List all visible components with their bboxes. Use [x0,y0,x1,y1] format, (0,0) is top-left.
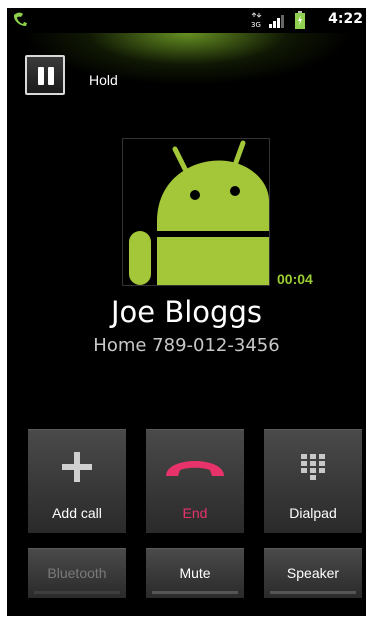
dialpad-icon [301,454,325,480]
android-robot-icon [129,140,269,285]
svg-text:3G: 3G [251,21,261,28]
call-timer: 00:04 [277,271,313,287]
mute-label: Mute [179,565,211,581]
contact-name: Joe Bloggs [111,295,262,329]
in-call-screen: 3G 4:22 Hold 00:04 Joe Bloggs Home 789-0… [7,8,366,616]
speaker-toggle[interactable]: Speaker [264,548,362,598]
battery-charging-icon [295,11,305,29]
end-call-label: End [182,505,208,521]
end-call-icon [166,461,224,476]
pause-icon-bar [48,67,54,85]
pause-icon [38,67,44,85]
status-bar: 3G 4:22 [7,8,366,33]
bluetooth-indicator [34,591,120,594]
contact-number: Home 789-012-3456 [93,335,280,356]
phone-call-icon [14,12,27,26]
plus-icon [62,452,92,482]
speaker-label: Speaker [286,565,340,581]
bluetooth-label: Bluetooth [47,565,107,581]
mute-toggle[interactable]: Mute [146,548,244,598]
status-time: 4:22 [328,11,363,27]
mute-indicator [152,591,238,594]
signal-strength-icon [269,15,284,28]
add-call-label: Add call [52,505,102,521]
add-call-button[interactable]: Add call [28,429,126,533]
dialpad-button[interactable]: Dialpad [264,429,362,533]
end-call-button[interactable]: End [146,429,244,533]
hold-button[interactable] [25,55,65,95]
hold-label: Hold [89,72,118,88]
speaker-indicator [270,591,356,594]
dialpad-label: Dialpad [289,505,337,521]
bluetooth-toggle[interactable]: Bluetooth [28,548,126,598]
contact-avatar [123,139,269,285]
3g-data-icon: 3G [251,12,262,28]
